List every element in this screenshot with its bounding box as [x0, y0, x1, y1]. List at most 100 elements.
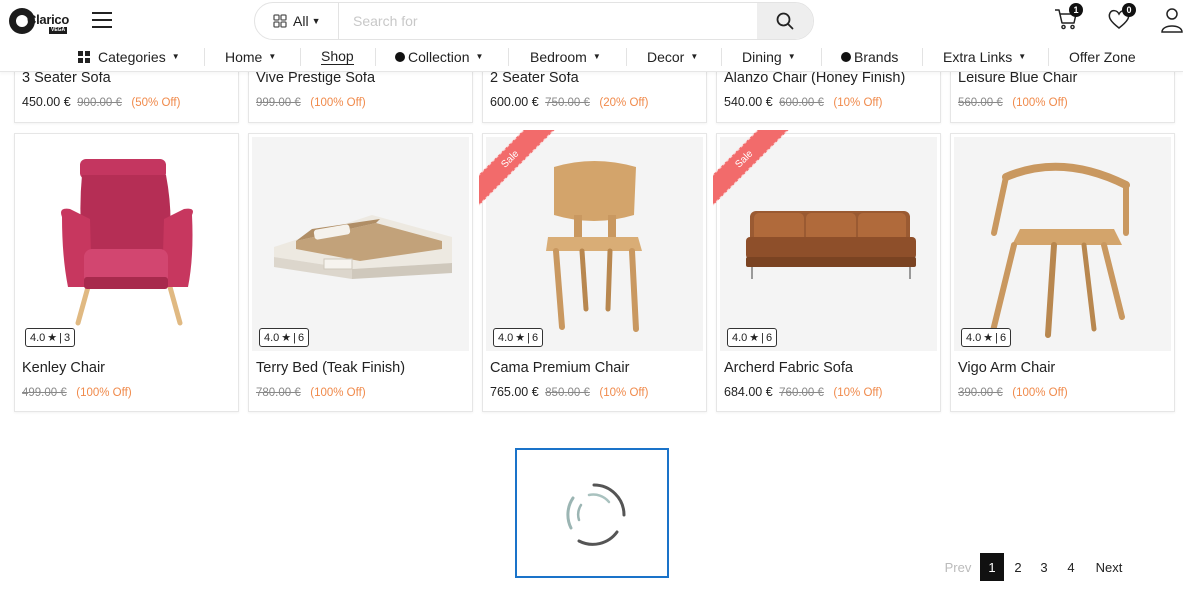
- product-card[interactable]: 4.0 ★ | 6 Vigo Arm Chair 390.00 € (100% …: [950, 133, 1175, 412]
- nav-categories[interactable]: Categories ▼: [78, 42, 180, 71]
- nav-label: Decor: [647, 48, 685, 65]
- chevron-down-icon: ▼: [1018, 52, 1027, 61]
- chevron-down-icon: ▼: [311, 16, 321, 26]
- product-title[interactable]: Leisure Blue Chair: [958, 70, 1077, 86]
- nav-home[interactable]: Home ▼: [225, 42, 276, 71]
- product-title[interactable]: 3 Seater Sofa: [22, 70, 111, 86]
- main-nav: Categories ▼ Home ▼ Shop Collection ▼ Be…: [0, 42, 1183, 72]
- rating-badge: 4.0 ★ | 6: [727, 328, 778, 347]
- product-image[interactable]: 4.0 ★ | 6: [252, 137, 469, 351]
- dot-icon: [395, 51, 405, 62]
- star-icon: ★: [749, 332, 760, 344]
- product-title[interactable]: Archerd Fabric Sofa: [724, 360, 853, 376]
- rating-separator: |: [995, 331, 999, 344]
- product-title[interactable]: Vive Prestige Sofa: [256, 70, 375, 86]
- search-input[interactable]: [339, 3, 759, 39]
- logo-text: Clarico: [27, 12, 69, 27]
- nav-decor[interactable]: Decor ▼: [647, 42, 698, 71]
- product-price: 684.00 €: [724, 385, 773, 399]
- product-discount: (100% Off): [310, 387, 366, 399]
- nav-label: Shop: [321, 48, 354, 65]
- product-discount: (100% Off): [1012, 387, 1068, 399]
- nav-label: Dining: [742, 48, 782, 65]
- pagination-page[interactable]: 4: [1059, 553, 1083, 581]
- star-icon: ★: [515, 332, 526, 344]
- nav-divider: [721, 48, 722, 66]
- search-button[interactable]: [757, 3, 813, 39]
- account-button[interactable]: [1160, 6, 1183, 34]
- nav-divider: [204, 48, 205, 66]
- nav-brands[interactable]: Brands: [841, 42, 898, 71]
- dot-icon: [841, 51, 851, 62]
- nav-bedroom[interactable]: Bedroom ▼: [530, 42, 601, 71]
- sale-label: Sale: [479, 130, 557, 206]
- nav-label: Bedroom: [530, 48, 587, 65]
- product-discount: (10% Off): [833, 97, 883, 109]
- nav-divider: [922, 48, 923, 66]
- product-title[interactable]: Vigo Arm Chair: [958, 360, 1055, 376]
- sale-label: Sale: [713, 130, 791, 206]
- product-discount: (100% Off): [76, 387, 132, 399]
- product-discount: (100% Off): [310, 97, 366, 109]
- logo-subtext: VEGA: [49, 27, 68, 34]
- review-count: 6: [766, 331, 773, 344]
- nav-extra-links[interactable]: Extra Links ▼: [943, 42, 1026, 71]
- rating-badge: 4.0 ★ | 3: [25, 328, 76, 347]
- chevron-down-icon: ▼: [787, 52, 796, 61]
- product-discount: (10% Off): [833, 387, 883, 399]
- wishlist-button[interactable]: 0: [1106, 3, 1136, 34]
- rating-separator: |: [527, 331, 531, 344]
- nav-label: Brands: [854, 48, 899, 65]
- nav-divider: [821, 48, 822, 66]
- product-old-price: 999.00 €: [256, 97, 301, 109]
- product-price: 600.00 €: [490, 95, 539, 109]
- product-title[interactable]: Kenley Chair: [22, 360, 105, 376]
- product-old-price: 600.00 €: [779, 97, 824, 109]
- grid-icon: [273, 14, 287, 28]
- product-image[interactable]: 4.0 ★ | 6: [954, 137, 1171, 351]
- star-icon: ★: [983, 332, 994, 344]
- nav-divider: [626, 48, 627, 66]
- product-price: 540.00 €: [724, 95, 773, 109]
- product-old-price: 560.00 €: [958, 97, 1003, 109]
- review-count: 3: [64, 331, 71, 344]
- pagination-page[interactable]: 1: [980, 553, 1004, 581]
- search-category-dropdown[interactable]: All ▼: [255, 3, 339, 39]
- product-title[interactable]: Terry Bed (Teak Finish): [256, 360, 405, 376]
- pagination-page[interactable]: 2: [1006, 553, 1030, 581]
- pagination-next[interactable]: Next: [1088, 553, 1130, 581]
- product-card[interactable]: 4.0 ★ | 6 Sale Cama Premium Chair 765.00…: [479, 130, 707, 412]
- product-price: 450.00 €: [22, 95, 71, 109]
- rating-value: 4.0: [966, 331, 982, 344]
- product-old-price: 850.00 €: [545, 387, 590, 399]
- product-card[interactable]: 4.0 ★ | 6 Terry Bed (Teak Finish) 780.00…: [248, 133, 473, 412]
- product-image[interactable]: 4.0 ★ | 3: [18, 137, 235, 351]
- wooden-arm-chair-image: [989, 162, 1130, 338]
- nav-divider: [1048, 48, 1049, 66]
- rating-badge: 4.0 ★ | 6: [259, 328, 310, 347]
- product-title[interactable]: 2 Seater Sofa: [490, 70, 579, 86]
- cart-button[interactable]: 1: [1053, 3, 1083, 34]
- site-header: Clarico VEGA All ▼ Search for 1 0: [0, 0, 1183, 42]
- chevron-down-icon: ▼: [592, 52, 601, 61]
- product-title[interactable]: Alanzo Chair (Honey Finish): [724, 70, 905, 86]
- user-icon: [1161, 8, 1183, 33]
- grid-icon: [78, 50, 90, 63]
- product-old-price: 499.00 €: [22, 387, 67, 399]
- pagination-prev[interactable]: Prev: [938, 553, 978, 581]
- product-old-price: 760.00 €: [779, 387, 824, 399]
- nav-offer-zone[interactable]: Offer Zone: [1069, 42, 1136, 71]
- nav-dining[interactable]: Dining ▼: [742, 42, 796, 71]
- nav-shop[interactable]: Shop: [321, 42, 354, 71]
- bed-image: [274, 215, 452, 279]
- hamburger-menu-icon[interactable]: [92, 12, 112, 30]
- product-title[interactable]: Cama Premium Chair: [490, 360, 629, 376]
- rating-separator: |: [293, 331, 297, 344]
- star-icon: ★: [47, 332, 58, 344]
- pagination-page[interactable]: 3: [1032, 553, 1056, 581]
- product-card[interactable]: 4.0 ★ | 6 Sale Archerd Fabric Sofa 684.0…: [713, 130, 941, 412]
- product-card[interactable]: 4.0 ★ | 3 Kenley Chair 499.00 € (100% Of…: [14, 133, 239, 412]
- nav-collection[interactable]: Collection ▼: [395, 42, 483, 71]
- logo[interactable]: Clarico VEGA: [9, 8, 71, 34]
- nav-divider: [375, 48, 376, 66]
